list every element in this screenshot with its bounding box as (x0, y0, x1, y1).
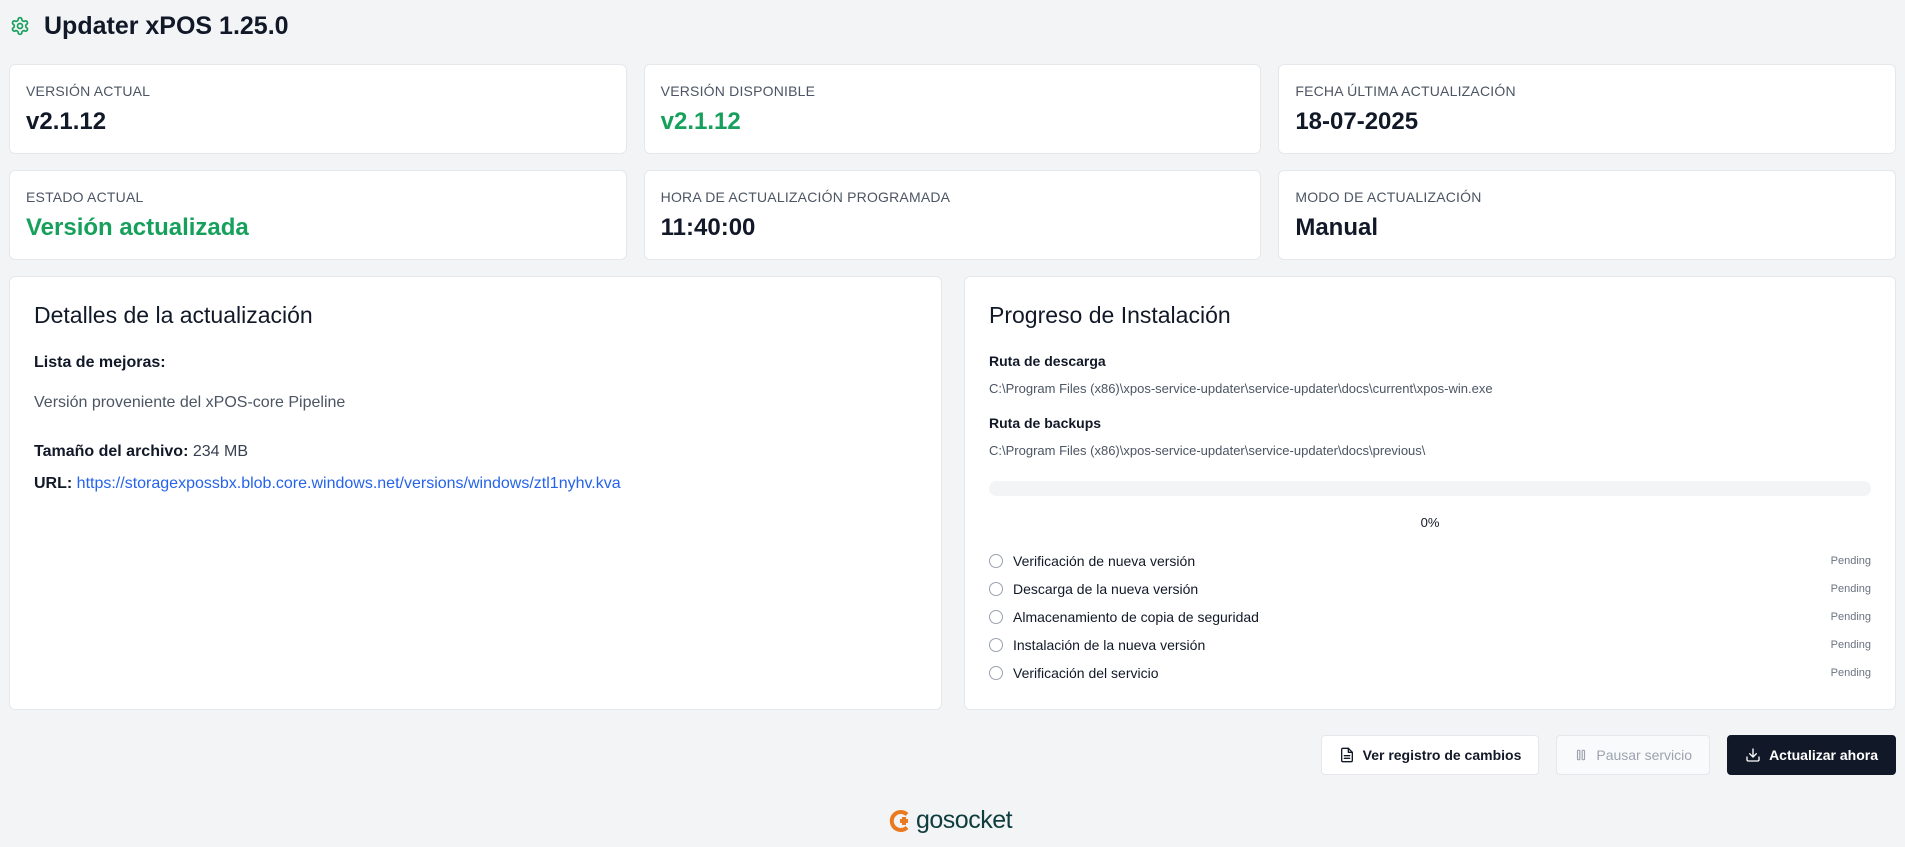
download-path-label: Ruta de descarga (989, 353, 1106, 369)
stat-scheduled-time: HORA DE ACTUALIZACIÓN PROGRAMADA 11:40:0… (643, 170, 1262, 260)
pending-circle-icon (989, 666, 1003, 680)
details-title: Detalles de la actualización (34, 302, 313, 328)
step-status: Pending (1830, 611, 1871, 623)
improvements-label: Lista de mejoras: (34, 354, 166, 371)
app-header: Updater xPOS 1.25.0 (8, 10, 289, 42)
pending-circle-icon (989, 638, 1003, 652)
url-row: URL: https://storagexpossbx.blob.core.wi… (34, 475, 917, 493)
stat-label: FECHA ÚLTIMA ACTUALIZACIÓN (1295, 83, 1516, 99)
stat-label: VERSIÓN DISPONIBLE (660, 83, 816, 99)
stat-available-version: VERSIÓN DISPONIBLE v2.1.12 (643, 64, 1262, 154)
download-path-value: C:\Program Files (x86)\xpos-service-upda… (989, 381, 1493, 396)
action-bar: Ver registro de cambios Pausar servicio … (1320, 735, 1896, 775)
logo-wordmark: gosocket (916, 806, 1013, 834)
backup-path-value: C:\Program Files (x86)\xpos-service-upda… (989, 443, 1426, 458)
stats-grid: VERSIÓN ACTUAL v2.1.12 VERSIÓN DISPONIBL… (9, 64, 1896, 260)
step-name: Instalación de la nueva versión (1013, 637, 1206, 653)
install-steps: Verificación de nueva versión Pending De… (989, 547, 1871, 687)
stat-value: Versión actualizada (26, 214, 249, 241)
pause-service-button[interactable]: Pausar servicio (1556, 735, 1711, 775)
stat-value: 18-07-2025 (1295, 108, 1419, 135)
file-text-icon (1340, 747, 1353, 763)
progress-title: Progreso de Instalación (989, 302, 1231, 328)
view-changelog-button[interactable]: Ver registro de cambios (1320, 735, 1540, 775)
stat-current-version: VERSIÓN ACTUAL v2.1.12 (9, 64, 627, 154)
stat-value: Manual (1295, 214, 1379, 241)
step-status: Pending (1830, 583, 1871, 595)
stat-update-mode: MODO DE ACTUALIZACIÓN Manual (1278, 170, 1896, 260)
update-details-panel: Detalles de la actualización Lista de me… (9, 276, 942, 710)
stat-label: HORA DE ACTUALIZACIÓN PROGRAMADA (660, 189, 951, 205)
step-name: Almacenamiento de copia de seguridad (1013, 609, 1259, 625)
file-size-label: Tamaño del archivo: (34, 443, 189, 460)
url-label: URL: (34, 475, 73, 492)
gosocket-logo-icon (889, 809, 909, 832)
download-icon (1746, 748, 1760, 762)
step-item: Verificación del servicio Pending (989, 659, 1871, 687)
stat-value: 11:40:00 (660, 214, 756, 241)
pending-circle-icon (989, 582, 1003, 596)
gear-icon (8, 14, 32, 38)
page-title: Updater xPOS 1.25.0 (44, 11, 289, 40)
file-size-value: 234 MB (192, 443, 248, 460)
step-name: Verificación de nueva versión (1013, 553, 1196, 569)
step-item: Descarga de la nueva versión Pending (989, 575, 1871, 603)
stat-label: VERSIÓN ACTUAL (26, 83, 151, 99)
stat-last-update-date: FECHA ÚLTIMA ACTUALIZACIÓN 18-07-2025 (1278, 64, 1896, 154)
step-name: Descarga de la nueva versión (1013, 581, 1199, 597)
pending-circle-icon (989, 610, 1003, 624)
pause-icon (1577, 749, 1586, 761)
progress-bar (989, 481, 1871, 496)
step-status: Pending (1830, 639, 1871, 651)
view-changelog-label: Ver registro de cambios (1362, 747, 1522, 763)
progress-percent: 0% (1420, 515, 1440, 530)
step-status: Pending (1830, 555, 1871, 567)
step-name: Verificación del servicio (1013, 665, 1159, 681)
stat-value: v2.1.12 (660, 108, 741, 135)
pending-circle-icon (989, 554, 1003, 568)
file-size-row: Tamaño del archivo: 234 MB (34, 443, 917, 461)
download-url-link[interactable]: https://storagexpossbx.blob.core.windows… (77, 475, 621, 492)
stat-current-status: ESTADO ACTUAL Versión actualizada (9, 170, 627, 260)
update-now-button[interactable]: Actualizar ahora (1727, 735, 1896, 775)
install-progress-panel: Progreso de Instalación Ruta de descarga… (964, 276, 1896, 710)
step-item: Instalación de la nueva versión Pending (989, 631, 1871, 659)
pause-service-label: Pausar servicio (1596, 747, 1693, 763)
step-item: Almacenamiento de copia de seguridad Pen… (989, 603, 1871, 631)
stat-label: ESTADO ACTUAL (26, 189, 144, 205)
stat-label: MODO DE ACTUALIZACIÓN (1295, 189, 1482, 205)
update-now-label: Actualizar ahora (1769, 747, 1878, 763)
stat-value: v2.1.12 (26, 108, 107, 135)
gosocket-logo: gosocket (888, 806, 1013, 835)
improvements-text: Versión proveniente del xPOS-core Pipeli… (34, 394, 346, 411)
step-item: Verificación de nueva versión Pending (989, 547, 1871, 575)
backup-path-label: Ruta de backups (989, 415, 1102, 431)
step-status: Pending (1830, 667, 1871, 679)
